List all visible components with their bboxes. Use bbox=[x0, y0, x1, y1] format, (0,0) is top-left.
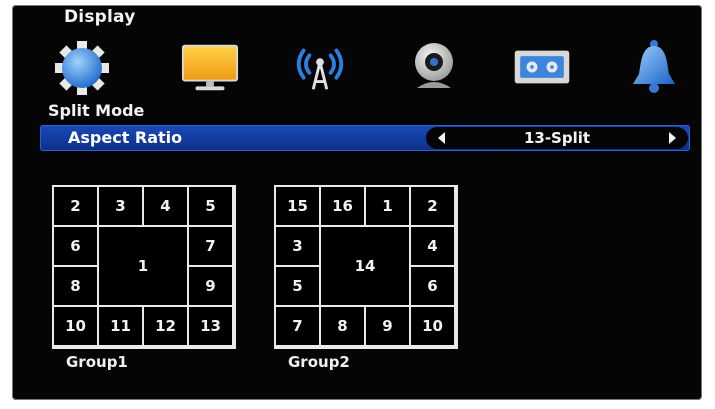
channel-cell[interactable]: 1 bbox=[97, 225, 189, 307]
channel-cell[interactable]: 1 bbox=[364, 185, 411, 227]
arrow-right-icon[interactable] bbox=[669, 132, 676, 144]
group1-label: Group1 bbox=[66, 353, 128, 371]
channel-cell[interactable]: 14 bbox=[319, 225, 411, 307]
channel-cell[interactable]: 12 bbox=[142, 305, 189, 347]
group2-label: Group2 bbox=[288, 353, 350, 371]
aspect-ratio-label: Aspect Ratio bbox=[68, 128, 183, 147]
channel-cell[interactable]: 7 bbox=[187, 225, 234, 267]
split-layout-group1[interactable]: 2 3 4 5 6 1 7 8 9 10 11 12 13 bbox=[52, 185, 236, 349]
channel-cell[interactable]: 8 bbox=[52, 265, 99, 307]
channel-cell[interactable]: 5 bbox=[274, 265, 321, 307]
wireless-icon[interactable] bbox=[290, 37, 350, 97]
bell-icon[interactable] bbox=[624, 37, 684, 97]
channel-cell[interactable]: 15 bbox=[274, 185, 321, 227]
page-title: Display bbox=[64, 7, 136, 27]
record-icon[interactable] bbox=[512, 37, 572, 97]
channel-cell[interactable]: 4 bbox=[409, 225, 456, 267]
channel-cell[interactable]: 6 bbox=[409, 265, 456, 307]
aspect-ratio-row[interactable]: Aspect Ratio 13-Split bbox=[40, 125, 690, 151]
split-layout-group2[interactable]: 15 16 1 2 3 14 4 5 6 7 8 9 10 bbox=[274, 185, 458, 349]
display-screen: Display Split Mode Aspect Ratio 13-Split… bbox=[12, 5, 702, 400]
channel-cell[interactable]: 8 bbox=[319, 305, 366, 347]
webcam-icon[interactable] bbox=[404, 37, 464, 97]
channel-cell[interactable]: 10 bbox=[52, 305, 99, 347]
channel-cell[interactable]: 2 bbox=[409, 185, 456, 227]
channel-cell[interactable]: 3 bbox=[274, 225, 321, 267]
gear-icon[interactable] bbox=[52, 37, 112, 97]
channel-cell[interactable]: 7 bbox=[274, 305, 321, 347]
channel-cell[interactable]: 2 bbox=[52, 185, 99, 227]
channel-cell[interactable]: 10 bbox=[409, 305, 456, 347]
channel-cell[interactable]: 6 bbox=[52, 225, 99, 267]
channel-cell[interactable]: 16 bbox=[319, 185, 366, 227]
split-mode-value: 13-Split bbox=[523, 129, 591, 147]
channel-cell[interactable]: 4 bbox=[142, 185, 189, 227]
channel-cell[interactable]: 9 bbox=[364, 305, 411, 347]
channel-cell[interactable]: 9 bbox=[187, 265, 234, 307]
channel-cell[interactable]: 3 bbox=[97, 185, 144, 227]
monitor-icon[interactable] bbox=[180, 37, 240, 97]
category-icon-bar bbox=[52, 37, 682, 101]
split-mode-label: Split Mode bbox=[48, 101, 145, 120]
split-mode-selector[interactable]: 13-Split bbox=[426, 127, 688, 149]
channel-cell[interactable]: 13 bbox=[187, 305, 234, 347]
channel-cell[interactable]: 5 bbox=[187, 185, 234, 227]
channel-cell[interactable]: 11 bbox=[97, 305, 144, 347]
